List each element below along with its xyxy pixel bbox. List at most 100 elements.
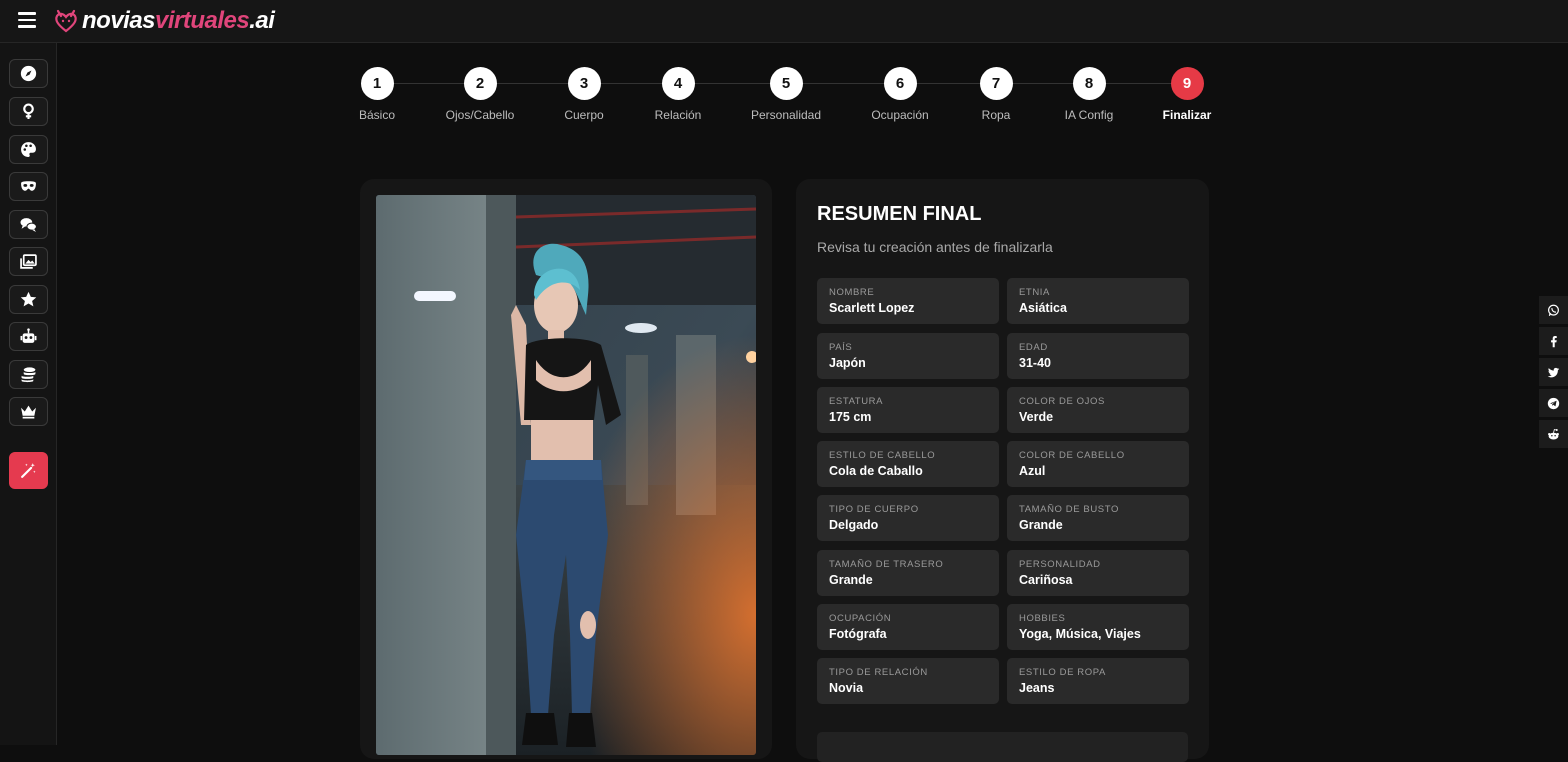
step-label: Ropa	[981, 108, 1011, 122]
venus-icon	[23, 103, 34, 119]
card-value: Japón	[829, 356, 866, 370]
summary-card-hobbies: HOBBIES Yoga, Música, Viajes	[1007, 604, 1189, 650]
card-value: Fotógrafa	[829, 627, 887, 641]
card-label: ESTILO DE ROPA	[1019, 667, 1106, 678]
step-ropa[interactable]: 7 Ropa	[979, 67, 1013, 122]
magic-wand-icon	[21, 463, 36, 478]
card-value: Grande	[829, 573, 873, 587]
card-label: OCUPACIÓN	[829, 613, 892, 624]
step-number: 2	[463, 67, 497, 100]
step-ia-config[interactable]: 8 IA Config	[1063, 67, 1115, 122]
share-facebook-button[interactable]	[1539, 327, 1568, 356]
card-label: EDAD	[1019, 342, 1048, 353]
summary-card-etnia: ETNIA Asiática	[1007, 278, 1189, 324]
card-label: TIPO DE CUERPO	[829, 504, 919, 515]
twitter-icon	[1547, 367, 1560, 377]
menu-icon[interactable]	[18, 12, 36, 28]
card-value: Cariñosa	[1019, 573, 1073, 587]
card-value: Cola de Caballo	[829, 464, 923, 478]
summary-panel: RESUMEN FINAL Revisa tu creación antes d…	[796, 179, 1209, 762]
step-label: Personalidad	[750, 108, 822, 122]
step-number: 4	[661, 67, 695, 100]
step-number: 9	[1170, 67, 1204, 100]
share-whatsapp-button[interactable]	[1539, 296, 1568, 325]
card-value: Scarlett Lopez	[829, 301, 915, 315]
card-label: ETNIA	[1019, 287, 1050, 298]
mask-icon	[21, 181, 36, 191]
step-basico[interactable]: 1 Básico	[359, 67, 395, 122]
summary-card-tamano-trasero: TAMAÑO DE TRASERO Grande	[817, 550, 999, 596]
card-label: COLOR DE CABELLO	[1019, 450, 1125, 461]
compass-icon	[20, 65, 37, 82]
card-label: PAÍS	[829, 342, 853, 353]
summary-card-estatura: ESTATURA 175 cm	[817, 387, 999, 433]
sidebar-item-roleplay[interactable]	[9, 172, 48, 201]
summary-card-ocupacion: OCUPACIÓN Fotógrafa	[817, 604, 999, 650]
card-value: Verde	[1019, 410, 1054, 424]
facebook-icon	[1551, 335, 1557, 347]
step-personalidad[interactable]: 5 Personalidad	[751, 67, 821, 122]
sidebar-item-ai[interactable]	[9, 322, 48, 351]
summary-card-color-cabello: COLOR DE CABELLO Azul	[1007, 441, 1189, 487]
step-cuerpo[interactable]: 3 Cuerpo	[564, 67, 604, 122]
share-twitter-button[interactable]	[1539, 358, 1568, 387]
card-value: Novia	[829, 681, 864, 695]
sidebar-item-generate[interactable]	[9, 452, 48, 489]
preview-panel	[360, 179, 772, 759]
step-label: IA Config	[1064, 108, 1114, 122]
brand-name: noviasvirtuales.ai	[82, 7, 275, 34]
robot-icon	[20, 328, 37, 343]
creation-stepper: 1 Básico 2 Ojos/Cabello 3 Cuerpo 4 Relac…	[359, 67, 1211, 127]
summary-card-pais: PAÍS Japón	[817, 333, 999, 379]
step-label: Cuerpo	[564, 108, 604, 122]
sidebar	[0, 43, 57, 745]
summary-card-partial	[817, 732, 1188, 762]
summary-card-tamano-busto: TAMAÑO DE BUSTO Grande	[1007, 495, 1189, 541]
share-reddit-button[interactable]	[1539, 420, 1568, 449]
card-value: Jeans	[1019, 681, 1055, 695]
step-relacion[interactable]: 4 Relación	[654, 67, 702, 122]
step-ojos-cabello[interactable]: 2 Ojos/Cabello	[446, 67, 514, 122]
palette-icon	[21, 142, 36, 157]
share-telegram-button[interactable]	[1539, 389, 1568, 418]
card-label: COLOR DE OJOS	[1019, 396, 1105, 407]
card-label: HOBBIES	[1019, 613, 1066, 624]
sidebar-item-customize[interactable]	[9, 135, 48, 164]
card-value: Asiática	[1019, 301, 1067, 315]
card-value: Yoga, Música, Viajes	[1019, 627, 1141, 641]
gallery-icon	[20, 254, 37, 269]
step-number: 7	[979, 67, 1013, 100]
step-number: 8	[1072, 67, 1106, 100]
step-finalizar[interactable]: 9 Finalizar	[1163, 67, 1211, 122]
sidebar-item-chat[interactable]	[9, 210, 48, 239]
telegram-icon	[1547, 397, 1560, 409]
card-label: TAMAÑO DE BUSTO	[1019, 504, 1119, 515]
sidebar-item-premium[interactable]	[9, 397, 48, 426]
whatsapp-icon	[1548, 304, 1559, 316]
step-ocupacion[interactable]: 6 Ocupación	[871, 67, 929, 122]
card-label: TAMAÑO DE TRASERO	[829, 559, 944, 570]
sidebar-item-tokens[interactable]	[9, 360, 48, 389]
summary-card-personalidad: PERSONALIDAD Cariñosa	[1007, 550, 1189, 596]
sidebar-item-explore[interactable]	[9, 59, 48, 88]
summary-card-tipo-relacion: TIPO DE RELACIÓN Novia	[817, 658, 999, 704]
coins-icon	[21, 367, 36, 383]
sidebar-item-gallery[interactable]	[9, 247, 48, 276]
summary-card-estilo-ropa: ESTILO DE ROPA Jeans	[1007, 658, 1189, 704]
summary-title: RESUMEN FINAL	[817, 203, 982, 225]
step-label: Finalizar	[1162, 108, 1212, 122]
character-photo	[376, 195, 756, 755]
sidebar-item-favorites[interactable]	[9, 285, 48, 314]
step-number: 3	[567, 67, 601, 100]
step-label: Relación	[654, 108, 702, 122]
card-value: Delgado	[829, 518, 879, 532]
sidebar-item-create-girlfriend[interactable]	[9, 97, 48, 126]
summary-card-tipo-cuerpo: TIPO DE CUERPO Delgado	[817, 495, 999, 541]
summary-card-edad: EDAD 31-40	[1007, 333, 1189, 379]
logo[interactable]: noviasvirtuales.ai	[53, 6, 275, 36]
step-number: 1	[360, 67, 394, 100]
card-label: NOMBRE	[829, 287, 875, 298]
reddit-icon	[1548, 428, 1559, 440]
character-image	[376, 195, 756, 755]
step-label: Ojos/Cabello	[445, 108, 515, 122]
